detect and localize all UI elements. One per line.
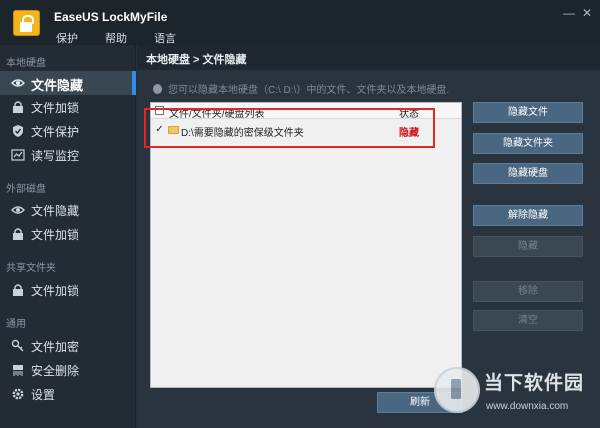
sidebar-item-local-file-lock[interactable]: 文件加锁	[0, 95, 136, 119]
remove-button[interactable]: 移除	[473, 281, 583, 302]
sidebar-item-external-file-lock[interactable]: 文件加锁	[0, 222, 136, 246]
menu-bar: 保护 帮助 语言	[56, 30, 203, 46]
lock-icon	[11, 100, 25, 114]
minimize-icon[interactable]: —	[562, 6, 576, 20]
sidebar-item-label: 文件隐藏	[31, 204, 80, 218]
sidebar-item-file-encrypt[interactable]: 文件加密	[0, 334, 136, 358]
clear-button[interactable]: 清空	[473, 310, 583, 331]
section-title-external-disk: 外部磁盘	[6, 184, 46, 195]
close-icon[interactable]: ✕	[580, 6, 594, 20]
menu-help[interactable]: 帮助	[105, 30, 127, 46]
watermark: 当下软件园 www.downxia.com	[430, 367, 600, 428]
sidebar-item-label: 安全删除	[31, 364, 80, 378]
sidebar-item-label: 设置	[31, 388, 56, 402]
hide-disk-button[interactable]: 隐藏硬盘	[473, 163, 583, 184]
shredder-icon	[11, 363, 25, 377]
sidebar-item-local-file-hide[interactable]: 文件隐藏	[0, 71, 136, 95]
unhide-button[interactable]: 解除隐藏	[473, 205, 583, 226]
sidebar-item-external-file-hide[interactable]: 文件隐藏	[0, 198, 136, 222]
app-logo-icon	[13, 10, 40, 36]
title-bar: EaseUS LockMyFile 保护 帮助 语言 — ✕	[0, 0, 600, 45]
sidebar-item-local-file-protect[interactable]: 文件保护	[0, 119, 136, 143]
watermark-url: www.downxia.com	[486, 401, 569, 412]
eye-icon	[11, 203, 25, 217]
app-title: EaseUS LockMyFile	[54, 10, 168, 24]
sidebar-item-settings[interactable]: 设置	[0, 382, 136, 406]
section-title-local-disk: 本地硬盘	[6, 58, 46, 69]
monitor-chart-icon	[11, 148, 25, 162]
section-title-shared-folder: 共享文件夹	[6, 263, 56, 274]
hide-button[interactable]: 隐藏	[473, 236, 583, 257]
hide-file-button[interactable]: 隐藏文件	[473, 102, 583, 123]
gear-icon	[11, 387, 25, 401]
sidebar: 本地硬盘 文件隐藏 文件加锁 文件保护 读写监控 外部磁盘 文件隐藏 文件加锁 …	[0, 45, 136, 428]
lightbulb-icon	[153, 83, 162, 94]
sidebar-item-label: 文件保护	[31, 125, 80, 139]
sidebar-item-shared-file-lock[interactable]: 文件加锁	[0, 278, 136, 302]
sidebar-item-label: 文件加密	[31, 340, 80, 354]
watermark-name: 当下软件园	[484, 373, 585, 394]
breadcrumb: 本地硬盘 > 文件隐藏	[137, 45, 600, 70]
sidebar-item-label: 文件隐藏	[31, 78, 84, 93]
section-title-general: 通用	[6, 319, 26, 330]
shield-icon	[11, 124, 25, 138]
download-logo-icon	[434, 367, 480, 413]
sidebar-item-local-rw-monitor[interactable]: 读写监控	[0, 143, 136, 167]
sidebar-item-label: 文件加锁	[31, 284, 80, 298]
lock-icon	[11, 283, 25, 297]
hide-folder-button[interactable]: 隐藏文件夹	[473, 133, 583, 154]
app-window: EaseUS LockMyFile 保护 帮助 语言 — ✕ 本地硬盘 文件隐藏…	[0, 0, 600, 428]
active-indicator	[132, 71, 136, 95]
highlight-annotation	[144, 108, 435, 148]
hint-text: 您可以隐藏本地硬盘（C:\ D:\）中的文件、文件夹以及本地硬盘.	[153, 81, 449, 96]
lock-icon	[11, 227, 25, 241]
hint-label: 您可以隐藏本地硬盘（C:\ D:\）中的文件、文件夹以及本地硬盘.	[168, 85, 450, 96]
menu-language[interactable]: 语言	[154, 30, 176, 46]
sidebar-item-label: 文件加锁	[31, 101, 80, 115]
eye-icon	[11, 76, 25, 90]
sidebar-item-label: 读写监控	[31, 149, 80, 163]
sidebar-item-secure-delete[interactable]: 安全删除	[0, 358, 136, 382]
key-icon	[11, 339, 25, 353]
menu-protect[interactable]: 保护	[56, 30, 78, 46]
sidebar-item-label: 文件加锁	[31, 228, 80, 242]
